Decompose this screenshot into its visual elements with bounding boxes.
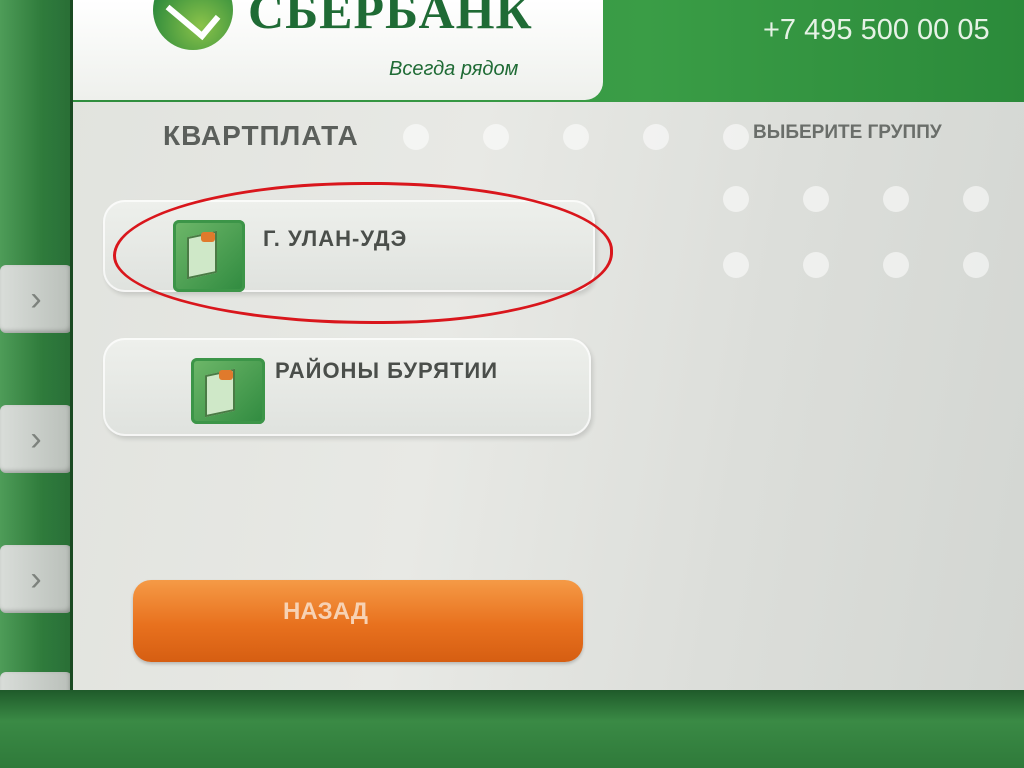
atm-frame-bottom <box>0 690 1024 768</box>
decor-dot <box>883 186 909 212</box>
decor-dot <box>643 124 669 150</box>
brand-tagline: Всегда рядом <box>389 58 519 80</box>
option-buryatia-districts[interactable]: РАЙОНЫ БУРЯТИИ <box>103 338 591 436</box>
logo-area: СБЕРБАНК Всегда рядом <box>73 0 603 100</box>
header-bar: СБЕРБАНК Всегда рядом +7 495 500 00 05 <box>73 0 1024 102</box>
bill-folder-icon <box>173 220 245 292</box>
decor-dot <box>483 124 509 150</box>
decor-dot <box>963 186 989 212</box>
option-ulan-ude[interactable]: Г. УЛАН-УДЭ <box>103 200 595 292</box>
bill-folder-icon <box>191 358 265 424</box>
decor-dot <box>403 124 429 150</box>
decor-dot <box>883 252 909 278</box>
sberbank-logo-icon <box>153 0 233 50</box>
decor-dot <box>723 124 749 150</box>
decor-dot <box>723 252 749 278</box>
back-button[interactable]: НАЗАД <box>133 580 583 662</box>
decor-dot <box>563 124 589 150</box>
decor-dot <box>803 186 829 212</box>
decor-dot <box>803 252 829 278</box>
decor-dot <box>723 186 749 212</box>
option-label: РАЙОНЫ БУРЯТИИ <box>275 358 499 383</box>
decor-dot <box>963 252 989 278</box>
support-phone: +7 495 500 00 05 <box>763 14 990 46</box>
option-label: Г. УЛАН-УДЭ <box>263 226 408 251</box>
function-key-2[interactable]: › <box>0 405 72 473</box>
back-button-label: НАЗАД <box>283 598 369 625</box>
function-key-1[interactable]: › <box>0 265 72 333</box>
atm-screen: СБЕРБАНК Всегда рядом +7 495 500 00 05 К… <box>70 0 1024 690</box>
instruction-text: ВЫБЕРИТЕ ГРУППУ <box>753 122 942 143</box>
function-key-3[interactable]: › <box>0 545 72 613</box>
brand-name: СБЕРБАНК <box>248 0 533 39</box>
page-title: КВАРТПЛАТА <box>163 120 359 151</box>
